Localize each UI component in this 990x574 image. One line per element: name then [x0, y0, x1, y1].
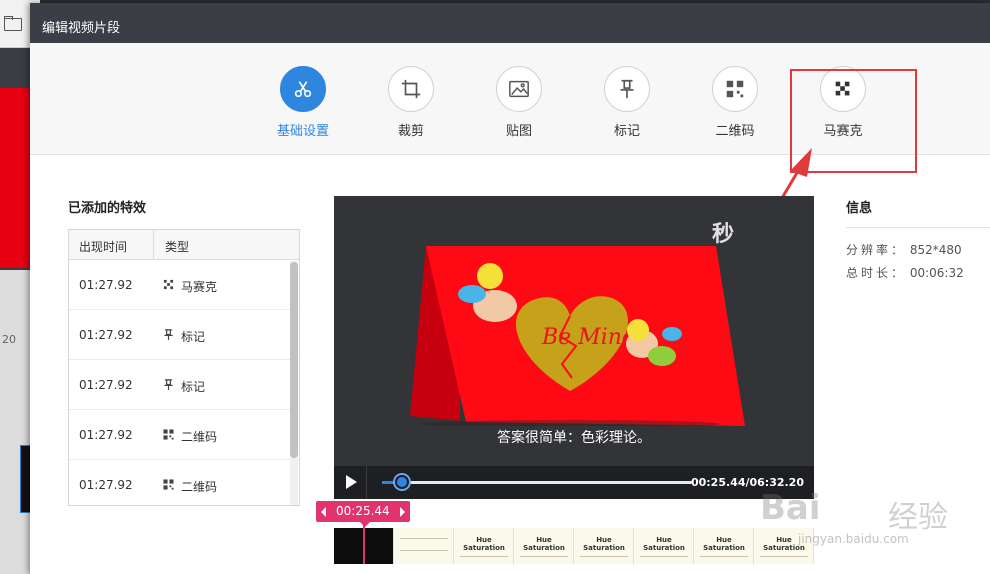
seek-handle[interactable] [395, 475, 410, 489]
timeline-frame [394, 528, 454, 564]
tool-circle [712, 66, 758, 112]
pin-icon [620, 79, 634, 99]
duration-row: 总时长： 00:06:32 [846, 264, 964, 281]
effect-time: 01:27.92 [79, 378, 133, 392]
tool-basic-settings[interactable]: 基础设置 [268, 66, 338, 139]
video-caption: 答案很简单：色彩理论。 [497, 430, 651, 446]
tool-label: 标记 [613, 124, 640, 139]
effects-list-title: 已添加的特效 [68, 201, 147, 216]
tool-circle [388, 66, 434, 112]
qrcode-icon [163, 429, 174, 440]
qrcode-icon [726, 80, 744, 98]
effect-type: 二维码 [181, 430, 218, 444]
effect-row[interactable]: 01:27.92 马赛克 [69, 260, 299, 310]
column-time: 出现时间 [79, 240, 128, 254]
effect-row[interactable]: 01:27.92 二维码 [69, 410, 299, 460]
timeline-frame: Hue Saturation [574, 528, 634, 564]
mosaic-icon [163, 279, 174, 290]
effect-time: 01:27.92 [79, 478, 133, 492]
tool-circle [280, 66, 326, 112]
tool-crop[interactable]: 裁剪 [376, 66, 446, 139]
timeline-frame: Hue Saturation [694, 528, 754, 564]
effects-scrollbar-thumb[interactable] [290, 262, 298, 458]
folder-icon[interactable] [4, 16, 22, 31]
frame-title: Hue [596, 536, 612, 544]
tool-mosaic[interactable]: 马赛克 [808, 66, 878, 139]
effect-time: 01:27.92 [79, 428, 133, 442]
tool-label: 基础设置 [276, 124, 329, 139]
timeline-frame: Hue Saturation [514, 528, 574, 564]
ruler-value: 20 [2, 333, 16, 346]
effect-type: 二维码 [181, 480, 218, 494]
resolution-value: 852*480 [909, 243, 962, 257]
effect-time: 01:27.92 [79, 278, 133, 292]
tool-qrcode[interactable]: 二维码 [700, 66, 770, 139]
effect-row[interactable]: 01:27.92 标记 [69, 360, 299, 410]
frame-subtitle: Saturation [703, 544, 745, 552]
effect-row[interactable]: 01:27.92 二维码 [69, 460, 299, 505]
seek-bar[interactable] [382, 481, 692, 484]
video-watermark: 秒 [712, 222, 735, 247]
timeline-frame: Hue Saturation [754, 528, 814, 564]
effects-table-header: 出现时间 类型 [69, 230, 299, 260]
pin-icon [164, 379, 173, 390]
scissors-icon [294, 81, 312, 98]
info-divider [846, 227, 990, 228]
mosaic-icon [835, 81, 850, 96]
card-text: Be Mine [541, 325, 635, 350]
image-icon [509, 80, 529, 98]
tool-label: 马赛克 [823, 124, 863, 139]
marker-time: 00:25.44 [336, 504, 390, 518]
frame-title: Hue [536, 536, 552, 544]
pin-icon [164, 329, 173, 340]
timeline-playhead[interactable] [363, 523, 365, 564]
play-button[interactable] [334, 466, 367, 499]
column-type: 类型 [165, 240, 190, 254]
effect-type: 标记 [181, 380, 206, 394]
time-display: 00:25.44/06:32.20 [690, 476, 804, 489]
effects-table: 出现时间 类型 01:27.92 马赛克 01:27.92 标记 01:27.9… [68, 229, 300, 506]
tool-label: 裁剪 [397, 124, 424, 139]
timeline-thumbnails[interactable]: Hue Saturation Hue Saturation Hue Satura… [334, 528, 814, 564]
tool-label: 贴图 [505, 124, 532, 139]
video-preview[interactable]: Be Mine 秒 答案很简单：色彩理论。 00:25.44/06:32.20 [334, 196, 814, 499]
duration-label: 总时长： [846, 266, 907, 280]
valentine-card-image: Be Mine [410, 246, 745, 426]
effect-row[interactable]: 01:27.92 标记 [69, 310, 299, 360]
tool-label: 二维码 [715, 124, 755, 139]
effect-time: 01:27.92 [79, 328, 133, 342]
crop-icon [401, 79, 421, 99]
duration-value: 00:06:32 [909, 266, 964, 280]
qrcode-icon [163, 479, 174, 490]
player-controls: 00:25.44/06:32.20 [334, 466, 814, 499]
frame-title: Hue [716, 536, 732, 544]
frame-title: Hue [476, 536, 492, 544]
tool-sticker[interactable]: 贴图 [484, 66, 554, 139]
resolution-row: 分辨率： 852*480 [846, 241, 962, 258]
dialog-title: 编辑视频片段 [30, 3, 990, 43]
effect-type: 标记 [181, 330, 206, 344]
tool-circle [496, 66, 542, 112]
timeline-time-marker[interactable]: 00:25.44 [316, 501, 410, 527]
effect-type: 马赛克 [181, 280, 218, 294]
tool-marker[interactable]: 标记 [592, 66, 662, 139]
next-frame-icon[interactable] [399, 507, 405, 517]
frame-subtitle: Saturation [523, 544, 565, 552]
edit-video-dialog: 编辑视频片段 基础设置 裁剪 贴图 标记 二维码 马赛克 已添加的特效 出现时间… [30, 3, 990, 574]
frame-subtitle: Saturation [583, 544, 625, 552]
frame-subtitle: Saturation [463, 544, 505, 552]
prev-frame-icon[interactable] [321, 507, 326, 517]
timeline-frame: Hue Saturation [634, 528, 694, 564]
resolution-label: 分辨率： [846, 243, 907, 257]
frame-title: Hue [776, 536, 792, 544]
effects-toolbar: 基础设置 裁剪 贴图 标记 二维码 马赛克 [30, 43, 990, 173]
frame-subtitle: Saturation [763, 544, 805, 552]
info-title: 信息 [846, 201, 873, 216]
tool-circle [820, 66, 866, 112]
tool-circle [604, 66, 650, 112]
timeline-frame: Hue Saturation [454, 528, 514, 564]
frame-subtitle: Saturation [643, 544, 685, 552]
frame-title: Hue [656, 536, 672, 544]
